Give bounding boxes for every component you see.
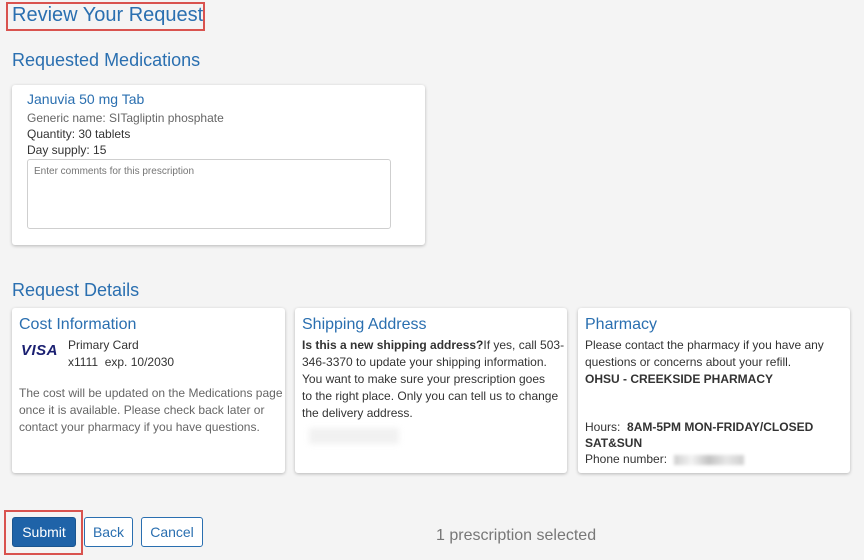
cost-information-title: Cost Information [19,316,137,333]
redacted-phone-number [673,454,744,465]
highlight-outline [6,2,205,31]
shipping-address-title: Shipping Address [302,316,427,333]
shipping-line-1-rest: If yes, call 503- [483,338,565,352]
shipping-line-5: the delivery address. [302,406,413,420]
cost-note-line-1: The cost will be updated on the Medicati… [19,386,283,400]
pharmacy-phone: Phone number: [585,451,744,468]
card-expiration: exp. 10/2030 [104,355,175,369]
prescription-selected-count: 1 prescription selected [436,527,597,544]
medication-name: Januvia 50 mg Tab [27,91,145,107]
card-name: Primary Card [68,338,139,352]
back-button[interactable]: Back [84,517,133,547]
submit-button[interactable]: Submit [12,517,76,547]
shipping-line-3: You want to make sure your prescription … [302,372,546,386]
cancel-button[interactable]: Cancel [141,517,203,547]
pharmacy-line-1: Please contact the pharmacy if you have … [585,338,824,352]
pharmacy-name: OHSU - CREEKSIDE PHARMACY [585,372,774,386]
phone-label: Phone number: [585,452,668,466]
medication-quantity: Quantity: 30 tablets [27,127,131,141]
hours-value-1: 8AM-5PM MON-FRIDAY/CLOSED [627,420,814,434]
pharmacy-line-2: questions or concerns about your refill. [585,355,792,369]
hours-label: Hours: [585,420,621,434]
medication-day-supply: Day supply: 15 [27,143,107,157]
pharmacy-hours: Hours: 8AM-5PM MON-FRIDAY/CLOSED [585,419,813,436]
medication-card: Januvia 50 mg Tab Generic name: SITaglip… [12,85,425,245]
card-number: x1111 [68,355,99,369]
medications-heading: Requested Medications [12,50,201,70]
pharmacy-card: Pharmacy Please contact the pharmacy if … [578,308,850,473]
cost-information-card: Cost Information VISA Primary Card x1111… [12,308,285,473]
cost-note-line-3: contact your pharmacy if you have questi… [19,420,260,434]
visa-card-icon: VISA [21,342,59,359]
cost-note-line-2: once it is available. Please check back … [19,403,265,417]
pharmacy-title: Pharmacy [585,316,658,333]
shipping-line-4: to the right place. Only you can tell us… [302,389,559,403]
request-details-heading: Request Details [12,280,140,300]
card-number-expiry: x1111 exp. 10/2030 [68,354,174,371]
hours-value-2: SAT&SUN [585,436,643,450]
prescription-comments-input[interactable] [27,159,391,229]
redacted-address [309,428,399,444]
shipping-line-2: 346-3370 to update your shipping informa… [302,355,547,369]
shipping-line-1: Is this a new shipping address?If yes, c… [302,337,564,354]
medication-generic-name: Generic name: SITagliptin phosphate [27,111,224,125]
shipping-question: Is this a new shipping address? [302,338,484,352]
shipping-address-card: Shipping Address Is this a new shipping … [295,308,567,473]
